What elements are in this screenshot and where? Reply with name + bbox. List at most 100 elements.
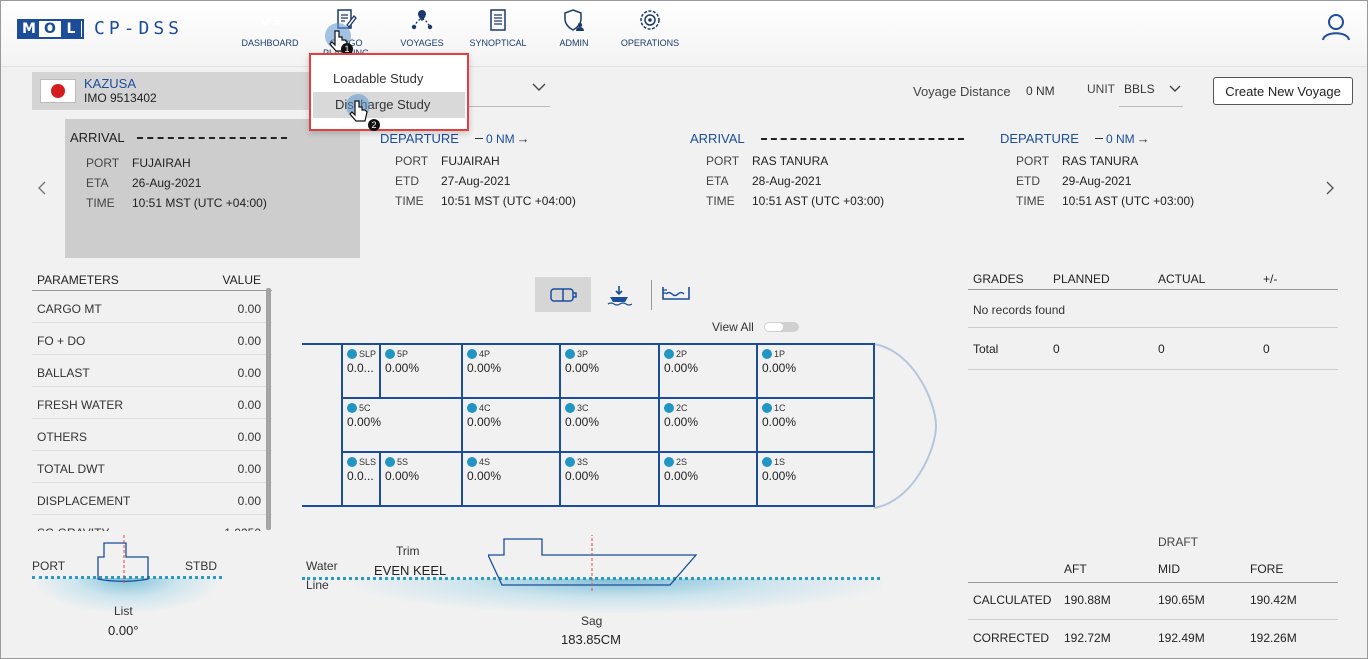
port-row: TIME 10:51 AST (UTC +03:00)	[690, 191, 980, 211]
tank-icon	[550, 287, 577, 302]
row-label: CALCULATED	[973, 593, 1052, 607]
ship-profile-icon	[488, 535, 698, 593]
port-details: PORT FUJAIRAH ETA 26-Aug-2021 TIME 10:51 MS…	[70, 153, 360, 213]
vessel-name: KAZUSA	[84, 76, 137, 91]
tank-2s[interactable]: 2S 0.00%	[658, 453, 756, 507]
tank-label: 1S	[762, 457, 873, 467]
tank-2p[interactable]: 2P 0.00%	[658, 345, 756, 399]
port-date: 29-Aug-2021	[1062, 174, 1132, 188]
water-line-label: Line	[306, 578, 329, 592]
total-diff: 0	[1263, 342, 1270, 356]
tank-sls[interactable]: SLS 0.0...	[341, 453, 379, 507]
column-header: PARAMETERS	[37, 273, 119, 287]
tab-water-level-view[interactable]	[656, 277, 696, 312]
tank-3p[interactable]: 3P 0.00%	[559, 345, 658, 399]
port-card-departure[interactable]: DEPARTURE 0 NM → PORT FUJAIRAH ETD 27-Aug-…	[380, 131, 670, 211]
water-line-label: Water	[306, 559, 338, 573]
tank-percent: 0.0...	[347, 469, 374, 483]
user-profile-icon[interactable]	[1321, 13, 1351, 41]
param-name: FO + DO	[37, 334, 86, 348]
port-name: FUJAIRAH	[441, 154, 500, 168]
tank-3c[interactable]: 3C 0.00%	[559, 399, 658, 453]
nav-voyages[interactable]: VOYAGES	[391, 7, 453, 58]
table-row: FRESH WATER 0.00	[32, 387, 272, 419]
tank-label: 1C	[762, 403, 873, 413]
param-value: 0.00	[237, 462, 261, 476]
tank-3s[interactable]: 3S 0.00%	[559, 453, 658, 507]
scrollbar-thumb[interactable]	[266, 288, 271, 530]
menu-item-discharge-study[interactable]: Discharge Study	[313, 92, 465, 118]
main-nav: DASHBOARD CARGO PLANNING VOYAGES SYNOPTI…	[239, 7, 695, 58]
port-type: DEPARTURE	[1000, 131, 1079, 146]
port-card-arrival[interactable]: ARRIVAL PORT RAS TANURA ETA 28-Aug-2021 TI…	[690, 131, 980, 211]
port-name: FUJAIRAH	[132, 156, 191, 170]
tank-name: 3S	[577, 457, 589, 467]
trim-label: Trim	[396, 544, 420, 558]
mol-logo[interactable]: M O L CP-DSS	[17, 18, 183, 39]
nav-synoptical[interactable]: SYNOPTICAL	[467, 7, 529, 58]
port-card-arrival[interactable]: ARRIVAL PORT FUJAIRAH ETA 26-Aug-2021 TIME…	[65, 119, 360, 258]
tank-4s[interactable]: 4S 0.00%	[461, 453, 559, 507]
column-header: AFT	[1064, 562, 1087, 576]
tank-name: 1S	[774, 457, 786, 467]
tank-4p[interactable]: 4P 0.00%	[461, 345, 559, 399]
port-card-header: ARRIVAL	[690, 131, 980, 146]
tank-percent: 0.00%	[762, 469, 797, 483]
param-name: FRESH WATER	[37, 398, 123, 412]
port-name: RAS TANURA	[752, 154, 829, 168]
port-time: 10:51 AST (UTC +03:00)	[1062, 194, 1195, 208]
menu-item-loadable-study[interactable]: Loadable Study	[311, 66, 467, 92]
tank-1p[interactable]: 1P 0.00%	[756, 345, 873, 399]
tank-layout: SLP 0.0... 5P 0.00% 4P 0.00% 3P 0.00% 2P…	[302, 343, 875, 507]
tank-4c[interactable]: 4C 0.00%	[461, 399, 559, 453]
column-header: GRADES	[973, 272, 1024, 286]
tank-status-dot	[565, 349, 575, 359]
chevron-down-icon[interactable]	[471, 80, 551, 96]
tank-status-dot	[565, 457, 575, 467]
tank-status-dot	[664, 457, 674, 467]
vessel-selector[interactable]: KAZUSA IMO 9513402	[32, 72, 340, 110]
tank-5p[interactable]: 5P 0.00%	[379, 345, 461, 399]
tank-1s[interactable]: 1S 0.00%	[756, 453, 873, 507]
tank-label: 3P	[565, 349, 658, 359]
table-row: TOTAL DWT 0.00	[32, 451, 272, 483]
port-card-departure[interactable]: DEPARTURE 0 NM → PORT RAS TANURA ETD 29-Au…	[1000, 131, 1300, 211]
tank-5c[interactable]: 5C 0.00%	[341, 399, 461, 453]
tank-2c[interactable]: 2C 0.00%	[658, 399, 756, 453]
ship-cross-section-icon	[97, 535, 149, 583]
select-underline	[467, 106, 550, 107]
tank-label: 4P	[467, 349, 559, 359]
voyage-distance-label: Voyage Distance	[913, 84, 1011, 99]
tab-tank-view[interactable]	[535, 277, 591, 312]
tab-ballast-view[interactable]	[591, 277, 647, 312]
table-row: BALLAST 0.00	[32, 355, 272, 387]
port-row: PORT FUJAIRAH	[70, 153, 360, 173]
unit-select-value[interactable]: BBLS	[1124, 82, 1155, 96]
param-name: OTHERS	[37, 430, 88, 444]
nav-dashboard[interactable]: DASHBOARD	[239, 7, 301, 58]
chevron-left-icon[interactable]	[37, 181, 47, 195]
port-key: PORT	[86, 156, 120, 170]
nav-operations[interactable]: OPERATIONS	[619, 7, 681, 58]
nav-label: DASHBOARD	[241, 38, 299, 48]
route-dash-line	[760, 137, 964, 140]
tank-name: 3P	[577, 349, 589, 359]
view-all-toggle[interactable]	[764, 322, 799, 332]
tank-1c[interactable]: 1C 0.00%	[756, 399, 873, 453]
draft-fore: 192.26M	[1250, 631, 1297, 645]
create-new-voyage-button[interactable]: Create New Voyage	[1213, 77, 1353, 105]
port-row: TIME 10:51 AST (UTC +03:00)	[1000, 191, 1300, 211]
port-details: PORT FUJAIRAH ETD 27-Aug-2021 TIME 10:51 MS…	[379, 151, 670, 211]
chevron-down-icon[interactable]	[1168, 83, 1182, 95]
tank-slp[interactable]: SLP 0.0...	[341, 345, 379, 399]
chevron-right-icon[interactable]	[1325, 181, 1335, 195]
tank-name: 4C	[479, 403, 491, 413]
logo-mark: M O L	[17, 18, 84, 39]
row-label: CORRECTED	[973, 631, 1050, 645]
nav-admin[interactable]: ADMIN	[543, 7, 605, 58]
tank-status-dot	[565, 403, 575, 413]
tank-label: 5P	[385, 349, 461, 359]
table-row: CARGO MT 0.00	[32, 291, 272, 323]
tank-5s[interactable]: 5S 0.00%	[379, 453, 461, 507]
port-time: 10:51 MST (UTC +04:00)	[132, 196, 267, 210]
